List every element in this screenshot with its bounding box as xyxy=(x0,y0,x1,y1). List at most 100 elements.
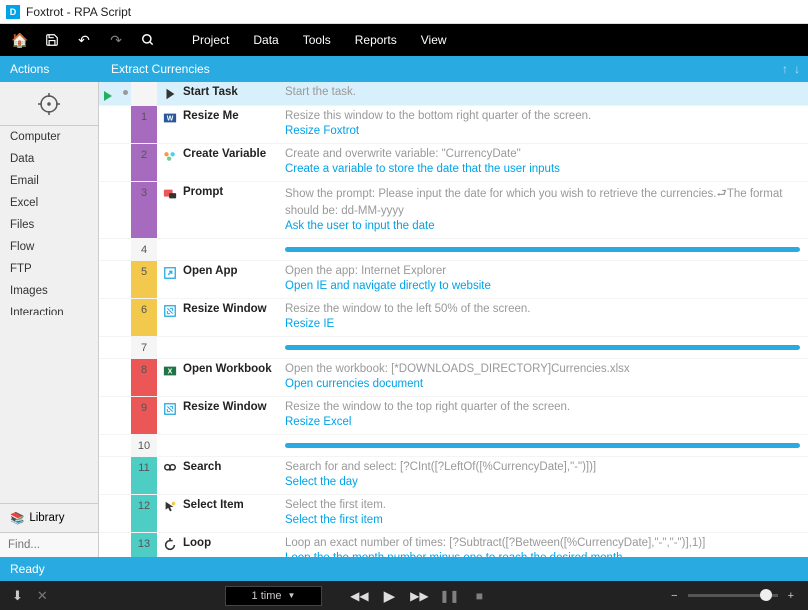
breakpoint-gutter[interactable] xyxy=(119,82,131,105)
save-icon[interactable] xyxy=(40,28,64,52)
step-description: Loop an exact number of times: [?Subtrac… xyxy=(279,533,808,557)
redo-icon[interactable]: ↷ xyxy=(104,28,128,52)
step-name: Resize Window xyxy=(183,303,267,315)
up-icon[interactable]: ↑ xyxy=(782,62,788,76)
sidebar-item[interactable]: Flow xyxy=(0,236,98,258)
search-icon[interactable] xyxy=(136,28,160,52)
step-link[interactable]: Resize Foxtrot xyxy=(285,125,800,137)
breakpoint-gutter[interactable] xyxy=(119,337,131,358)
library-button[interactable]: 📚Library xyxy=(0,503,98,532)
step-description: Create and overwrite variable: "Currency… xyxy=(279,144,808,181)
breakpoint-gutter[interactable] xyxy=(119,299,131,336)
script-step[interactable]: 11SearchSearch for and select: [?CInt([?… xyxy=(99,457,808,495)
plus-icon[interactable]: + xyxy=(788,590,794,602)
script-step[interactable]: 3PromptShow the prompt: Please input the… xyxy=(99,182,808,239)
step-link[interactable]: Open currencies document xyxy=(285,378,800,390)
breakpoint-gutter[interactable] xyxy=(119,144,131,181)
undo-icon[interactable]: ↶ xyxy=(72,28,96,52)
sidebar-item[interactable]: Interaction xyxy=(0,302,98,315)
down-icon[interactable]: ↓ xyxy=(794,62,800,76)
script-title: Extract Currencies xyxy=(99,62,782,76)
step-number xyxy=(131,82,157,105)
target-button[interactable] xyxy=(0,82,98,126)
breakpoint-gutter[interactable] xyxy=(119,359,131,396)
breakpoint-gutter[interactable] xyxy=(119,495,131,532)
script-step[interactable]: 7 xyxy=(99,337,808,359)
menu-reports[interactable]: Reports xyxy=(343,24,409,56)
step-description: Resize this window to the bottom right q… xyxy=(279,106,808,143)
home-icon[interactable]: 🏠 xyxy=(8,28,32,52)
step-link[interactable]: Ask the user to input the date xyxy=(285,220,800,232)
title-bar: D Foxtrot - RPA Script xyxy=(0,0,808,24)
app-title: Foxtrot - RPA Script xyxy=(26,5,131,19)
menu-project[interactable]: Project xyxy=(180,24,241,56)
run-arrow-icon xyxy=(99,144,119,181)
sidebar-item[interactable]: Computer xyxy=(0,126,98,148)
run-arrow-icon xyxy=(99,182,119,238)
rewind-button[interactable]: ◀◀ xyxy=(344,581,374,610)
script-step[interactable]: Start TaskStart the task. xyxy=(99,82,808,106)
step-link[interactable]: Resize Excel xyxy=(285,416,800,428)
step-number: 7 xyxy=(131,337,157,358)
step-action: Open App xyxy=(157,261,279,298)
step-description: Show the prompt: Please input the date f… xyxy=(279,182,808,238)
find-input[interactable] xyxy=(0,533,98,557)
library-icon: 📚 xyxy=(10,511,24,525)
sidebar-item[interactable]: Email xyxy=(0,170,98,192)
sidebar-item[interactable]: FTP xyxy=(0,258,98,280)
script-step[interactable]: 9Resize WindowResize the window to the t… xyxy=(99,397,808,435)
menu-data[interactable]: Data xyxy=(241,24,290,56)
step-action: Create Variable xyxy=(157,144,279,181)
breakpoint-gutter[interactable] xyxy=(119,239,131,260)
script-step[interactable]: 6Resize WindowResize the window to the l… xyxy=(99,299,808,337)
step-link[interactable]: Select the day xyxy=(285,476,800,488)
play-button[interactable]: ▶ xyxy=(374,581,404,610)
breakpoint-gutter[interactable] xyxy=(119,457,131,494)
sidebar-item[interactable]: Data xyxy=(0,148,98,170)
separator-bar xyxy=(285,443,800,448)
pause-button[interactable]: ❚❚ xyxy=(434,581,464,610)
download-icon[interactable]: ⬇ xyxy=(12,588,23,604)
script-step[interactable]: 1WResize MeResize this window to the bot… xyxy=(99,106,808,144)
step-link[interactable]: Open IE and navigate directly to website xyxy=(285,280,800,292)
breakpoint-gutter[interactable] xyxy=(119,533,131,557)
times-selector[interactable]: 1 time▼ xyxy=(225,586,323,606)
script-step[interactable]: 13LoopLoop an exact number of times: [?S… xyxy=(99,533,808,557)
breakpoint-gutter[interactable] xyxy=(119,261,131,298)
sidebar-item[interactable]: Excel xyxy=(0,192,98,214)
step-name: Open Workbook xyxy=(183,363,272,375)
step-number: 9 xyxy=(131,397,157,434)
sidebar-item[interactable]: Files xyxy=(0,214,98,236)
menu-tools[interactable]: Tools xyxy=(291,24,343,56)
breakpoint-gutter[interactable] xyxy=(119,182,131,238)
script-step[interactable]: 12Select ItemSelect the first item.Selec… xyxy=(99,495,808,533)
step-link[interactable]: Select the first item xyxy=(285,514,800,526)
excel-icon: X xyxy=(163,364,177,378)
run-arrow-icon xyxy=(99,457,119,494)
app-icon: D xyxy=(6,5,20,19)
script-step[interactable]: 10 xyxy=(99,435,808,457)
run-arrow-icon xyxy=(99,239,119,260)
run-arrow-icon xyxy=(99,495,119,532)
speed-slider[interactable] xyxy=(688,594,778,597)
step-link[interactable]: Resize IE xyxy=(285,318,800,330)
player-bar: ⬇ ✕ 1 time▼ ◀◀ ▶ ▶▶ ❚❚ ■ − + xyxy=(0,581,808,610)
script-step[interactable]: 5Open AppOpen the app: Internet Explorer… xyxy=(99,261,808,299)
forward-button[interactable]: ▶▶ xyxy=(404,581,434,610)
script-step[interactable]: 8XOpen WorkbookOpen the workbook: [*DOWN… xyxy=(99,359,808,397)
start-icon xyxy=(163,87,177,101)
breakpoint-gutter[interactable] xyxy=(119,435,131,456)
menu-view[interactable]: View xyxy=(409,24,459,56)
stop-button[interactable]: ■ xyxy=(464,581,494,610)
sidebar-item[interactable]: Images xyxy=(0,280,98,302)
script-step[interactable]: 4 xyxy=(99,239,808,261)
step-link[interactable]: Loop the the month number minus one to r… xyxy=(285,552,800,557)
run-arrow-icon xyxy=(99,359,119,396)
close-icon[interactable]: ✕ xyxy=(37,588,48,604)
breakpoint-gutter[interactable] xyxy=(119,106,131,143)
breakpoint-gutter[interactable] xyxy=(119,397,131,434)
step-action: Start Task xyxy=(157,82,279,105)
script-step[interactable]: 2Create VariableCreate and overwrite var… xyxy=(99,144,808,182)
step-link[interactable]: Create a variable to store the date that… xyxy=(285,163,800,175)
minus-icon[interactable]: − xyxy=(671,590,677,602)
